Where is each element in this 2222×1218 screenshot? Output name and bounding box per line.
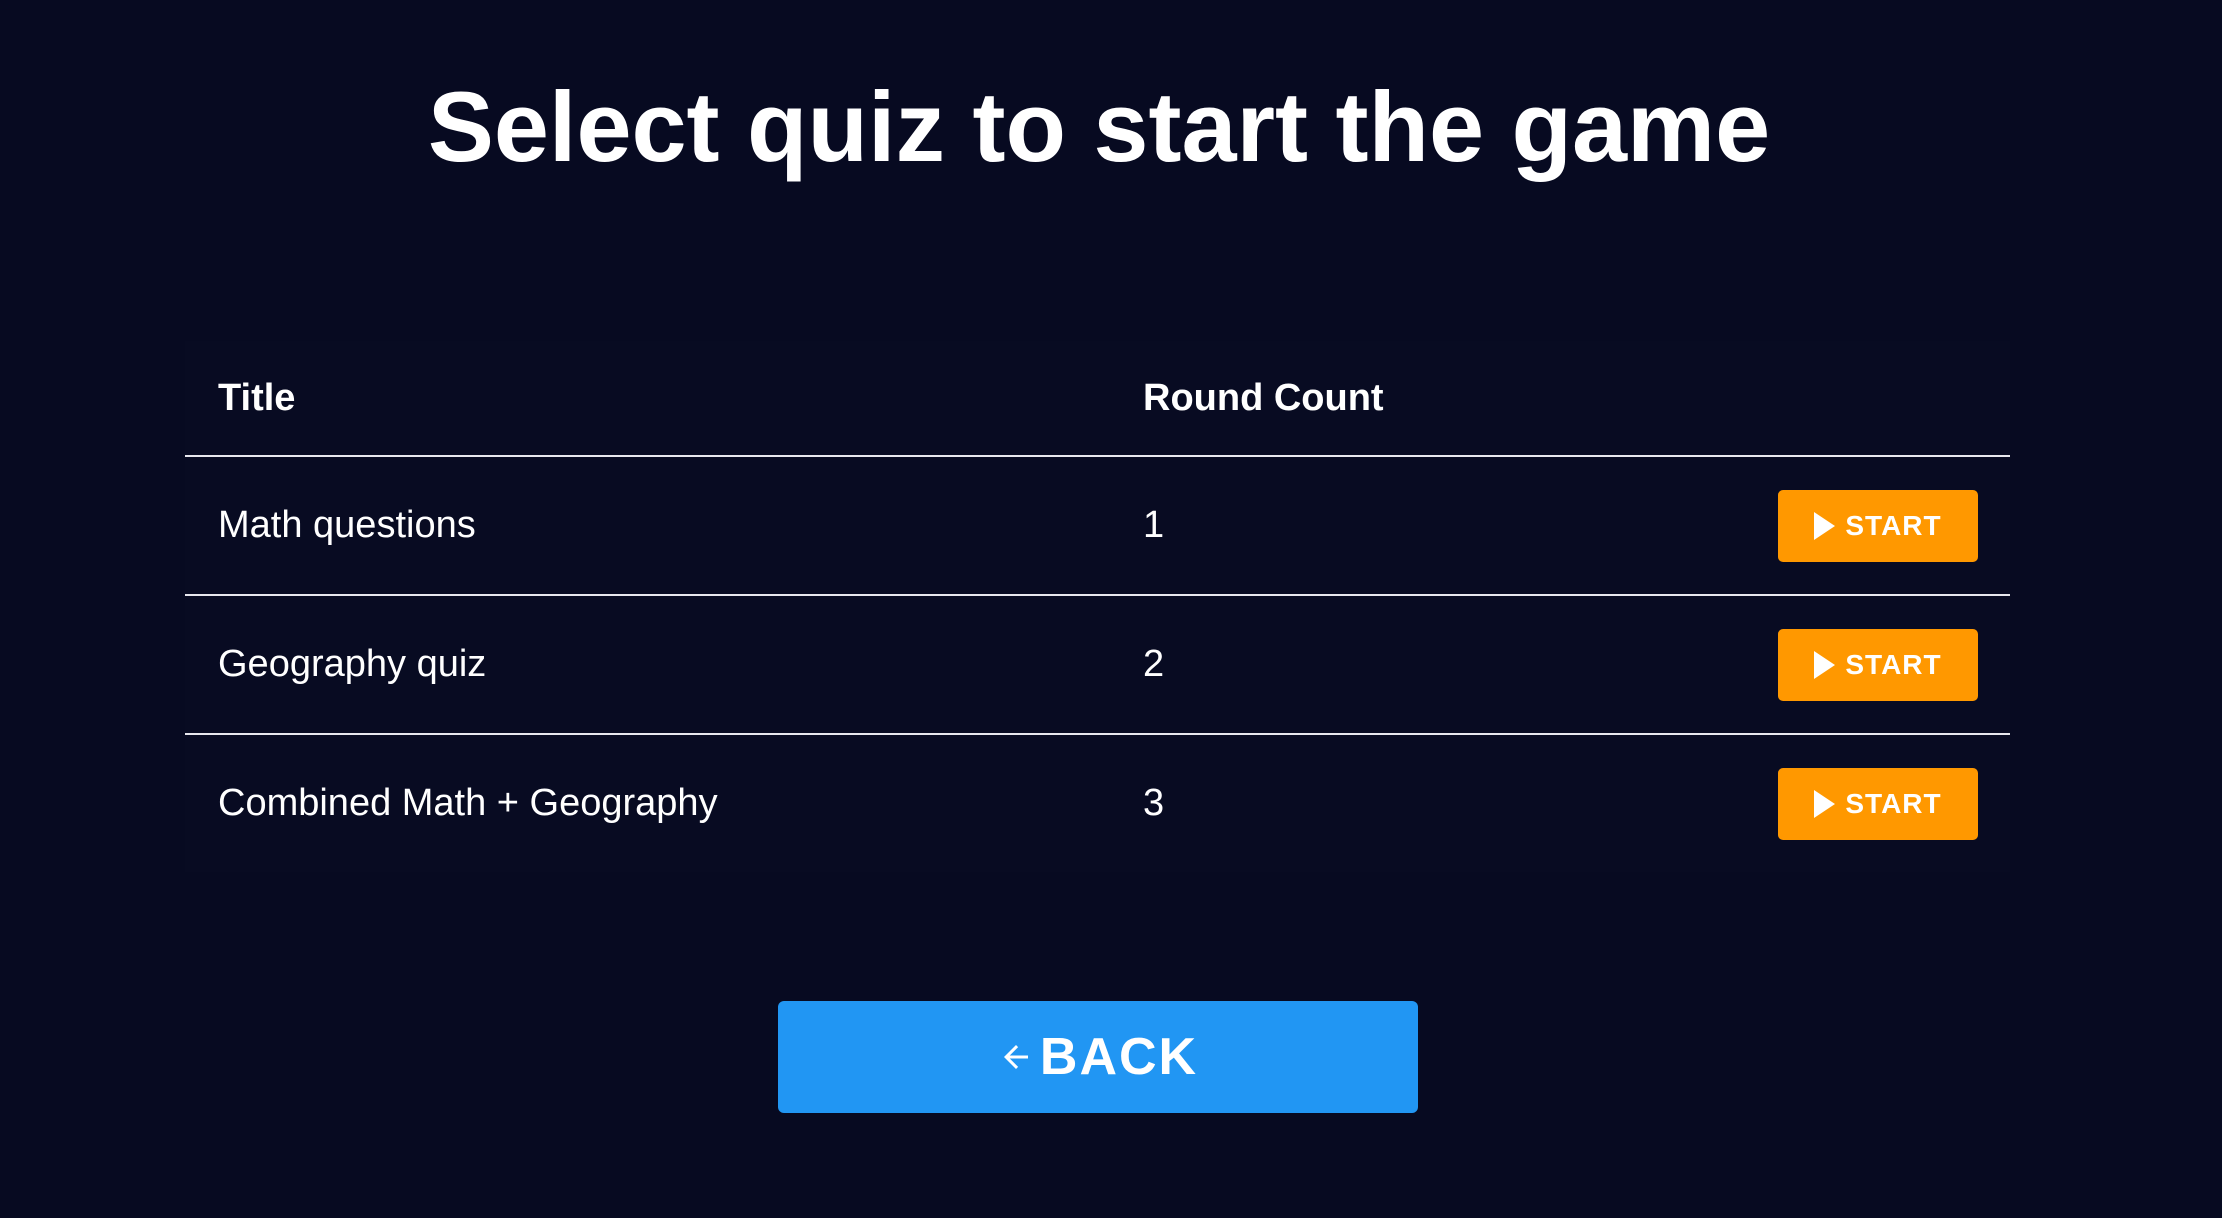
quiz-action-cell: START [1743,456,2010,596]
play-icon [1814,650,1836,679]
quiz-title: Combined Math + Geography [218,782,718,824]
column-header-title: Title [185,341,1110,457]
back-button-label: BACK [1039,1028,1199,1086]
table-row: Combined Math + Geography 3 START [185,734,2010,872]
quiz-round-count: 2 [1110,595,1743,735]
start-button[interactable]: START [1778,767,1978,840]
quiz-round-count: 1 [1110,456,1743,596]
start-button[interactable]: START [1778,628,1978,701]
quiz-round-count: 3 [1143,782,1165,824]
start-button[interactable]: START [1778,489,1978,562]
quiz-title: Geography quiz [185,595,1110,735]
column-header-action [1743,341,2010,457]
start-button-label: START [1845,509,1942,541]
table-row: Geography quiz 2 START [185,595,2010,735]
start-button-label: START [1845,787,1942,819]
quiz-title: Math questions [185,456,1110,596]
play-icon [1814,511,1836,540]
table-row: Math questions 1 START [185,456,2010,596]
quiz-action-cell: START [1743,595,2010,735]
page-title: Select quiz to start the game [427,71,1771,182]
quiz-action-cell: START [1743,734,2010,872]
play-icon [1814,789,1836,818]
back-button[interactable]: BACK [778,1001,1418,1113]
start-button-label: START [1845,648,1942,680]
table-header-row: Title Round Count [185,341,2010,457]
column-header-round-count: Round Count [1110,341,1743,457]
quiz-table: Title Round Count Math questions 1 START… [185,341,2010,872]
arrow-left-icon [1003,1045,1028,1069]
